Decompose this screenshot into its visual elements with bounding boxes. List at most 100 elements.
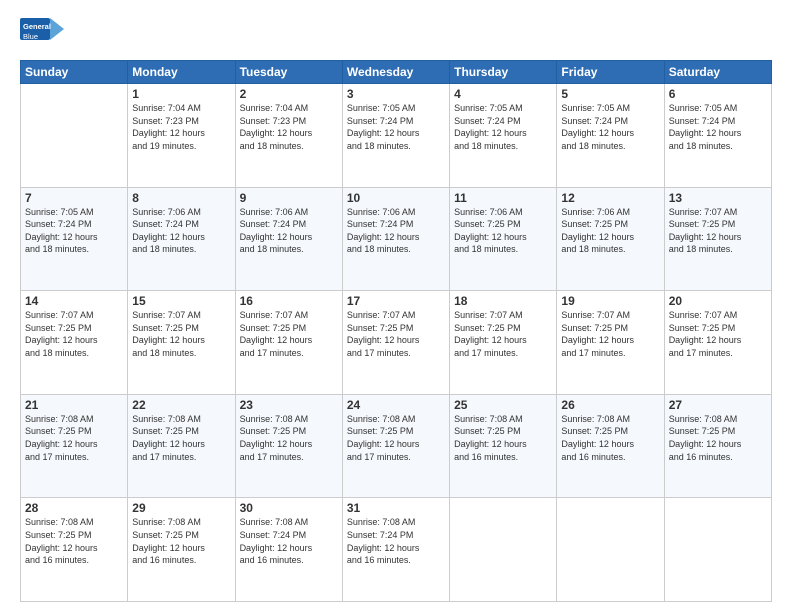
calendar-day-cell: 28Sunrise: 7:08 AM Sunset: 7:25 PM Dayli… <box>21 498 128 602</box>
day-info: Sunrise: 7:06 AM Sunset: 7:24 PM Dayligh… <box>240 206 338 256</box>
day-number: 15 <box>132 294 230 308</box>
day-number: 2 <box>240 87 338 101</box>
day-info: Sunrise: 7:07 AM Sunset: 7:25 PM Dayligh… <box>454 309 552 359</box>
day-info: Sunrise: 7:08 AM Sunset: 7:25 PM Dayligh… <box>132 413 230 463</box>
calendar-day-cell: 21Sunrise: 7:08 AM Sunset: 7:25 PM Dayli… <box>21 394 128 498</box>
day-number: 29 <box>132 501 230 515</box>
day-info: Sunrise: 7:04 AM Sunset: 7:23 PM Dayligh… <box>240 102 338 152</box>
day-of-week-header: Sunday <box>21 61 128 84</box>
day-number: 4 <box>454 87 552 101</box>
calendar-day-cell: 18Sunrise: 7:07 AM Sunset: 7:25 PM Dayli… <box>450 291 557 395</box>
day-info: Sunrise: 7:06 AM Sunset: 7:25 PM Dayligh… <box>454 206 552 256</box>
day-number: 19 <box>561 294 659 308</box>
calendar-day-cell: 5Sunrise: 7:05 AM Sunset: 7:24 PM Daylig… <box>557 84 664 188</box>
calendar-day-cell: 13Sunrise: 7:07 AM Sunset: 7:25 PM Dayli… <box>664 187 771 291</box>
day-info: Sunrise: 7:08 AM Sunset: 7:25 PM Dayligh… <box>240 413 338 463</box>
day-info: Sunrise: 7:07 AM Sunset: 7:25 PM Dayligh… <box>561 309 659 359</box>
calendar-day-cell: 11Sunrise: 7:06 AM Sunset: 7:25 PM Dayli… <box>450 187 557 291</box>
day-number: 9 <box>240 191 338 205</box>
day-number: 1 <box>132 87 230 101</box>
day-number: 31 <box>347 501 445 515</box>
calendar-day-cell: 8Sunrise: 7:06 AM Sunset: 7:24 PM Daylig… <box>128 187 235 291</box>
calendar-table: SundayMondayTuesdayWednesdayThursdayFrid… <box>20 60 772 602</box>
calendar-week-row: 7Sunrise: 7:05 AM Sunset: 7:24 PM Daylig… <box>21 187 772 291</box>
day-number: 16 <box>240 294 338 308</box>
day-info: Sunrise: 7:07 AM Sunset: 7:25 PM Dayligh… <box>669 206 767 256</box>
day-of-week-header: Friday <box>557 61 664 84</box>
day-info: Sunrise: 7:08 AM Sunset: 7:25 PM Dayligh… <box>25 413 123 463</box>
day-number: 23 <box>240 398 338 412</box>
calendar-day-cell: 19Sunrise: 7:07 AM Sunset: 7:25 PM Dayli… <box>557 291 664 395</box>
day-number: 14 <box>25 294 123 308</box>
day-info: Sunrise: 7:08 AM Sunset: 7:25 PM Dayligh… <box>454 413 552 463</box>
day-number: 24 <box>347 398 445 412</box>
day-number: 18 <box>454 294 552 308</box>
day-number: 13 <box>669 191 767 205</box>
calendar-day-cell: 4Sunrise: 7:05 AM Sunset: 7:24 PM Daylig… <box>450 84 557 188</box>
calendar-day-cell: 6Sunrise: 7:05 AM Sunset: 7:24 PM Daylig… <box>664 84 771 188</box>
calendar-day-cell <box>21 84 128 188</box>
calendar-day-cell: 9Sunrise: 7:06 AM Sunset: 7:24 PM Daylig… <box>235 187 342 291</box>
calendar-day-cell <box>557 498 664 602</box>
calendar-week-row: 21Sunrise: 7:08 AM Sunset: 7:25 PM Dayli… <box>21 394 772 498</box>
calendar-day-cell: 7Sunrise: 7:05 AM Sunset: 7:24 PM Daylig… <box>21 187 128 291</box>
calendar-day-cell: 20Sunrise: 7:07 AM Sunset: 7:25 PM Dayli… <box>664 291 771 395</box>
day-of-week-header: Thursday <box>450 61 557 84</box>
day-number: 28 <box>25 501 123 515</box>
calendar-day-cell: 30Sunrise: 7:08 AM Sunset: 7:24 PM Dayli… <box>235 498 342 602</box>
day-of-week-header: Tuesday <box>235 61 342 84</box>
day-number: 26 <box>561 398 659 412</box>
day-info: Sunrise: 7:05 AM Sunset: 7:24 PM Dayligh… <box>347 102 445 152</box>
page: General Blue SundayMondayTuesdayWednesda… <box>0 0 792 612</box>
calendar-day-cell: 31Sunrise: 7:08 AM Sunset: 7:24 PM Dayli… <box>342 498 449 602</box>
day-of-week-header: Wednesday <box>342 61 449 84</box>
calendar-day-cell: 27Sunrise: 7:08 AM Sunset: 7:25 PM Dayli… <box>664 394 771 498</box>
day-info: Sunrise: 7:06 AM Sunset: 7:24 PM Dayligh… <box>347 206 445 256</box>
calendar-day-cell: 16Sunrise: 7:07 AM Sunset: 7:25 PM Dayli… <box>235 291 342 395</box>
day-number: 22 <box>132 398 230 412</box>
calendar-day-cell: 10Sunrise: 7:06 AM Sunset: 7:24 PM Dayli… <box>342 187 449 291</box>
calendar-week-row: 28Sunrise: 7:08 AM Sunset: 7:25 PM Dayli… <box>21 498 772 602</box>
day-info: Sunrise: 7:08 AM Sunset: 7:25 PM Dayligh… <box>669 413 767 463</box>
day-number: 10 <box>347 191 445 205</box>
logo: General Blue <box>20 16 64 52</box>
day-info: Sunrise: 7:05 AM Sunset: 7:24 PM Dayligh… <box>561 102 659 152</box>
day-info: Sunrise: 7:08 AM Sunset: 7:24 PM Dayligh… <box>240 516 338 566</box>
day-of-week-header: Saturday <box>664 61 771 84</box>
calendar-day-cell: 1Sunrise: 7:04 AM Sunset: 7:23 PM Daylig… <box>128 84 235 188</box>
day-number: 6 <box>669 87 767 101</box>
calendar-week-row: 1Sunrise: 7:04 AM Sunset: 7:23 PM Daylig… <box>21 84 772 188</box>
day-info: Sunrise: 7:07 AM Sunset: 7:25 PM Dayligh… <box>25 309 123 359</box>
calendar-day-cell: 25Sunrise: 7:08 AM Sunset: 7:25 PM Dayli… <box>450 394 557 498</box>
header: General Blue <box>20 16 772 52</box>
day-number: 27 <box>669 398 767 412</box>
day-info: Sunrise: 7:05 AM Sunset: 7:24 PM Dayligh… <box>454 102 552 152</box>
day-info: Sunrise: 7:07 AM Sunset: 7:25 PM Dayligh… <box>240 309 338 359</box>
day-info: Sunrise: 7:05 AM Sunset: 7:24 PM Dayligh… <box>25 206 123 256</box>
svg-text:General: General <box>23 22 51 31</box>
calendar-day-cell <box>664 498 771 602</box>
calendar-day-cell: 26Sunrise: 7:08 AM Sunset: 7:25 PM Dayli… <box>557 394 664 498</box>
day-number: 8 <box>132 191 230 205</box>
day-number: 7 <box>25 191 123 205</box>
day-number: 5 <box>561 87 659 101</box>
calendar-day-cell: 29Sunrise: 7:08 AM Sunset: 7:25 PM Dayli… <box>128 498 235 602</box>
calendar-day-cell: 2Sunrise: 7:04 AM Sunset: 7:23 PM Daylig… <box>235 84 342 188</box>
calendar-day-cell <box>450 498 557 602</box>
calendar-day-cell: 24Sunrise: 7:08 AM Sunset: 7:25 PM Dayli… <box>342 394 449 498</box>
day-info: Sunrise: 7:06 AM Sunset: 7:24 PM Dayligh… <box>132 206 230 256</box>
calendar-day-cell: 17Sunrise: 7:07 AM Sunset: 7:25 PM Dayli… <box>342 291 449 395</box>
day-info: Sunrise: 7:08 AM Sunset: 7:25 PM Dayligh… <box>561 413 659 463</box>
day-of-week-header: Monday <box>128 61 235 84</box>
day-info: Sunrise: 7:06 AM Sunset: 7:25 PM Dayligh… <box>561 206 659 256</box>
day-info: Sunrise: 7:04 AM Sunset: 7:23 PM Dayligh… <box>132 102 230 152</box>
logo-svg: General Blue <box>20 16 64 52</box>
day-info: Sunrise: 7:07 AM Sunset: 7:25 PM Dayligh… <box>669 309 767 359</box>
day-number: 25 <box>454 398 552 412</box>
day-number: 17 <box>347 294 445 308</box>
day-number: 20 <box>669 294 767 308</box>
day-number: 21 <box>25 398 123 412</box>
day-number: 3 <box>347 87 445 101</box>
day-number: 12 <box>561 191 659 205</box>
calendar-day-cell: 15Sunrise: 7:07 AM Sunset: 7:25 PM Dayli… <box>128 291 235 395</box>
